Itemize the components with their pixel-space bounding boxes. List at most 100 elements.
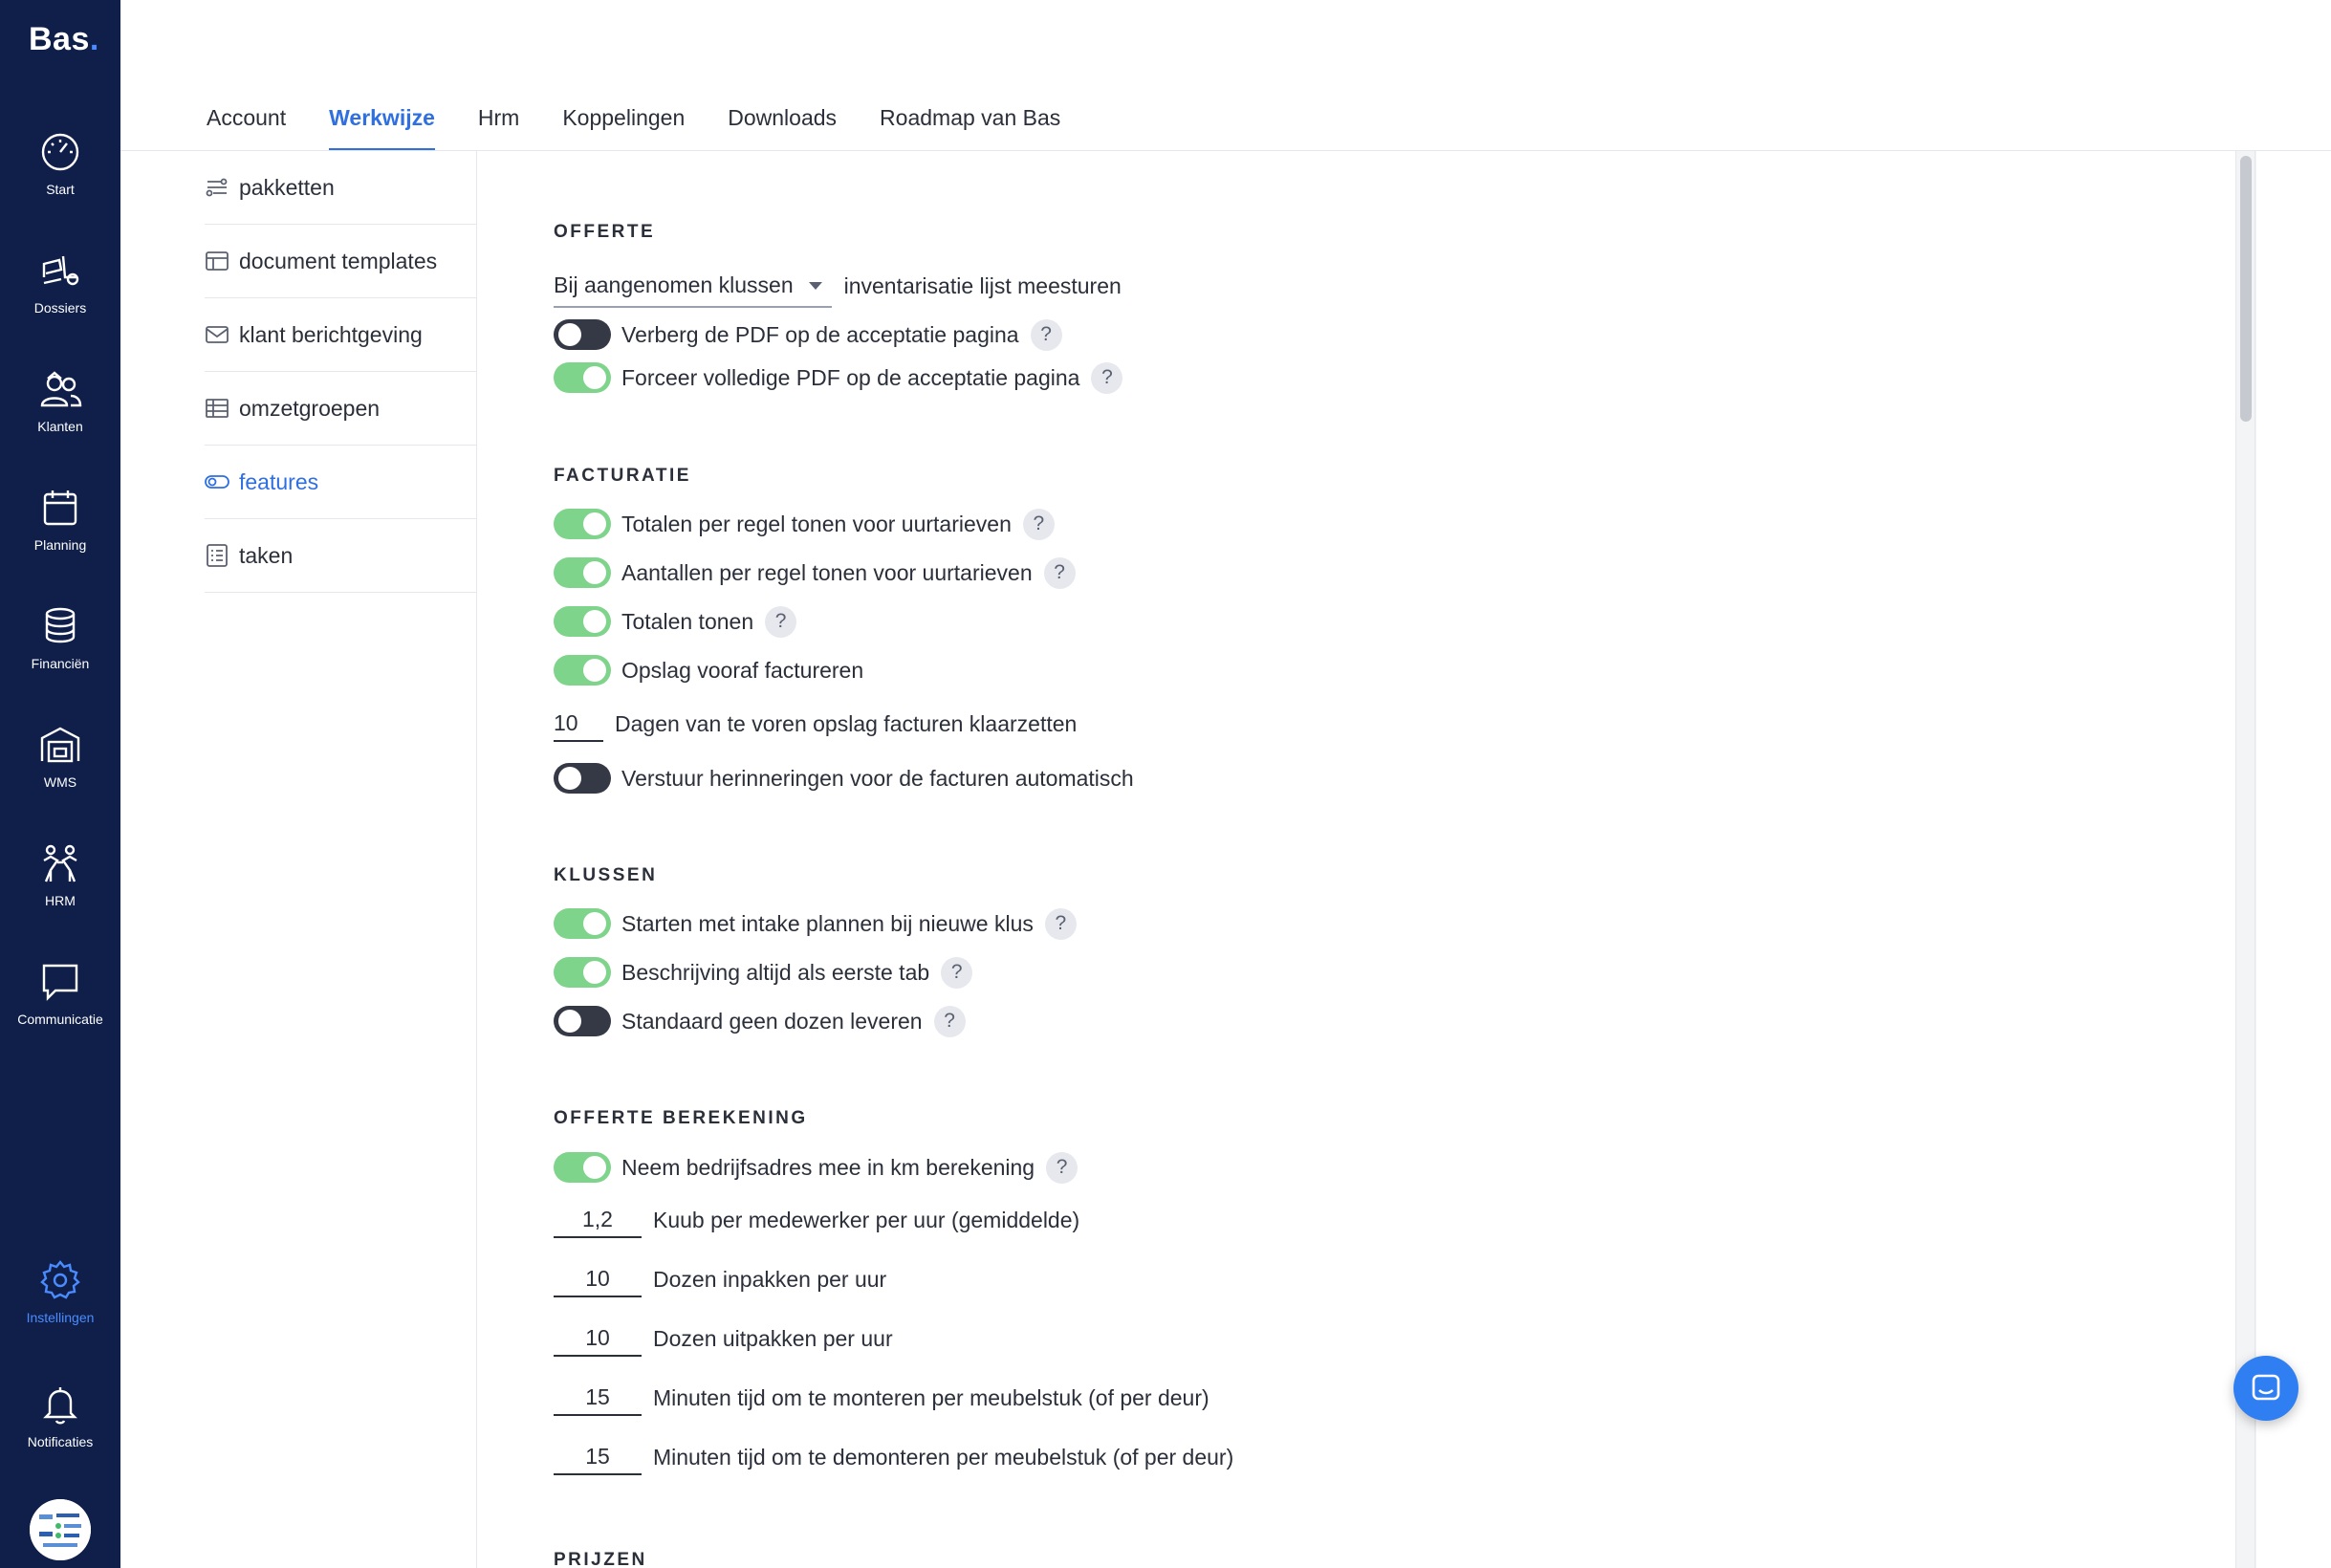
help-icon[interactable]: ? xyxy=(941,956,973,989)
toggle-start-with-intake[interactable] xyxy=(554,908,611,939)
assembly-minutes-input[interactable] xyxy=(554,1380,642,1416)
setting-label: Verstuur herinneringen voor de facturen … xyxy=(621,765,1134,791)
nav-wms[interactable]: WMS xyxy=(0,723,120,828)
nav-financien[interactable]: Financiën xyxy=(0,604,120,709)
nav-hrm[interactable]: HRM xyxy=(0,841,120,947)
toggle-knob xyxy=(583,610,606,633)
setting-row: Kuub per medewerker per uur (gemiddelde) xyxy=(554,1202,1080,1238)
toggle-quantities-per-line[interactable] xyxy=(554,557,611,588)
boxes-unpack-input[interactable] xyxy=(554,1320,642,1357)
support-chat-button[interactable] xyxy=(2233,1356,2298,1421)
nav-notificaties-label: Notificaties xyxy=(27,1434,94,1449)
toggle-storage-prebilling[interactable] xyxy=(554,655,611,686)
boxes-pack-input[interactable] xyxy=(554,1261,642,1297)
toggle-company-address-km[interactable] xyxy=(554,1152,611,1183)
setting-row: Minuten tijd om te monteren per meubelst… xyxy=(554,1380,1209,1416)
warehouse-icon xyxy=(40,727,80,763)
subnav-item-omzetgroepen[interactable]: omzetgroepen xyxy=(205,372,477,446)
checklist-icon xyxy=(207,544,228,567)
subnav-item-document-templates[interactable]: document templates xyxy=(205,225,477,298)
select-value: Bij aangenomen klussen xyxy=(554,272,794,297)
nav-dossiers-label: Dossiers xyxy=(33,300,87,316)
nav-communicatie-label: Communicatie xyxy=(17,1012,103,1027)
help-icon[interactable]: ? xyxy=(1044,907,1077,940)
subnav-item-pakketten[interactable]: pakketten xyxy=(205,151,477,225)
inventory-list-select[interactable]: Bij aangenomen klussen xyxy=(554,272,832,308)
scrollbar-thumb[interactable] xyxy=(2240,156,2252,422)
setting-label: Aantallen per regel tonen voor uurtariev… xyxy=(621,559,1033,585)
subnav-label: pakketten xyxy=(239,174,335,200)
setting-row: Beschrijving altijd als eerste tab ? xyxy=(554,955,973,990)
subnav-item-klant-berichtgeving[interactable]: klant berichtgeving xyxy=(205,298,477,372)
tab-downloads[interactable]: Downloads xyxy=(728,105,837,151)
disassembly-minutes-input[interactable] xyxy=(554,1439,642,1475)
toggle-knob xyxy=(558,323,581,346)
setting-label: Dagen van te voren opslag facturen klaar… xyxy=(615,710,1078,736)
nav-planning[interactable]: Planning xyxy=(0,486,120,591)
nav-dossiers[interactable]: Dossiers xyxy=(0,249,120,354)
bell-icon xyxy=(43,1387,77,1425)
main-sidebar: Bas. Start Dossiers Klanten Planning Fin… xyxy=(0,0,120,1568)
subnav-label: omzetgroepen xyxy=(239,395,381,421)
cubic-per-employee-input[interactable] xyxy=(554,1202,642,1238)
brand-logo[interactable]: Bas. xyxy=(29,21,99,58)
toggle-show-totals[interactable] xyxy=(554,606,611,637)
toggle-knob xyxy=(558,1010,581,1033)
envelope-icon xyxy=(206,326,229,343)
days-ahead-input[interactable] xyxy=(554,706,603,742)
setting-label: Beschrijving altijd als eerste tab xyxy=(621,959,930,985)
subnav-label: klant berichtgeving xyxy=(239,321,423,347)
help-icon[interactable]: ? xyxy=(1043,556,1076,589)
subnav-item-features[interactable]: features xyxy=(205,446,477,519)
setting-label: Minuten tijd om te demonteren per meubel… xyxy=(653,1444,1234,1470)
coins-stack-icon xyxy=(45,607,76,643)
app-window: Bas. Start Dossiers Klanten Planning Fin… xyxy=(0,0,2331,1568)
nav-hrm-label: HRM xyxy=(45,893,76,908)
offerte-select-row: Bij aangenomen klussen inventarisatie li… xyxy=(554,269,1122,308)
nav-instellingen[interactable]: Instellingen xyxy=(0,1258,120,1363)
toggle-description-first-tab[interactable] xyxy=(554,957,611,988)
setting-label: Opslag vooraf factureren xyxy=(621,657,864,683)
setting-row: Starten met intake plannen bij nieuwe kl… xyxy=(554,906,1077,941)
subnav-label: taken xyxy=(239,542,294,568)
help-icon[interactable]: ? xyxy=(1022,508,1055,540)
setting-row: Standaard geen dozen leveren ? xyxy=(554,1004,966,1038)
toggle-icon xyxy=(205,475,229,489)
tab-hrm[interactable]: Hrm xyxy=(478,105,519,151)
help-icon[interactable]: ? xyxy=(933,1005,966,1037)
avatar-image xyxy=(30,1499,91,1560)
nav-notificaties[interactable]: Notificaties xyxy=(0,1383,120,1488)
subnav-divider xyxy=(476,151,477,1568)
toggle-knob xyxy=(583,961,606,984)
setting-label: Verberg de PDF op de acceptatie pagina xyxy=(621,321,1019,347)
tab-koppelingen[interactable]: Koppelingen xyxy=(562,105,685,151)
nav-klanten[interactable]: Klanten xyxy=(0,367,120,472)
help-icon[interactable]: ? xyxy=(765,605,797,638)
toggle-hide-pdf[interactable] xyxy=(554,319,611,350)
toggle-no-boxes-default[interactable] xyxy=(554,1006,611,1036)
moving-truck-icon xyxy=(42,255,79,286)
tab-account[interactable]: Account xyxy=(207,105,286,151)
chevron-down-icon xyxy=(808,281,822,290)
nav-communicatie[interactable]: Communicatie xyxy=(0,960,120,1065)
setting-label: Totalen tonen xyxy=(621,608,754,634)
subnav-label: features xyxy=(239,468,319,494)
user-avatar[interactable] xyxy=(30,1499,91,1560)
help-icon[interactable]: ? xyxy=(1091,361,1123,394)
setting-row: Dozen inpakken per uur xyxy=(554,1261,886,1297)
subnav-item-taken[interactable]: taken xyxy=(205,519,477,593)
toggle-auto-reminders[interactable] xyxy=(554,763,611,794)
tab-roadmap[interactable]: Roadmap van Bas xyxy=(880,105,1060,151)
nav-instellingen-label: Instellingen xyxy=(26,1310,95,1325)
tab-werkwijze[interactable]: Werkwijze xyxy=(329,105,435,151)
help-icon[interactable]: ? xyxy=(1030,318,1062,351)
toggle-totals-per-line[interactable] xyxy=(554,509,611,539)
section-title-facturatie: FACTURATIE xyxy=(554,466,691,486)
toggle-force-full-pdf[interactable] xyxy=(554,362,611,393)
chat-icon xyxy=(2252,1374,2280,1401)
help-icon[interactable]: ? xyxy=(1046,1151,1078,1184)
nav-start[interactable]: Start xyxy=(0,130,120,235)
nav-financien-label: Financiën xyxy=(31,656,90,671)
setting-label: Kuub per medewerker per uur (gemiddelde) xyxy=(653,1207,1080,1232)
toggle-knob xyxy=(583,659,606,682)
